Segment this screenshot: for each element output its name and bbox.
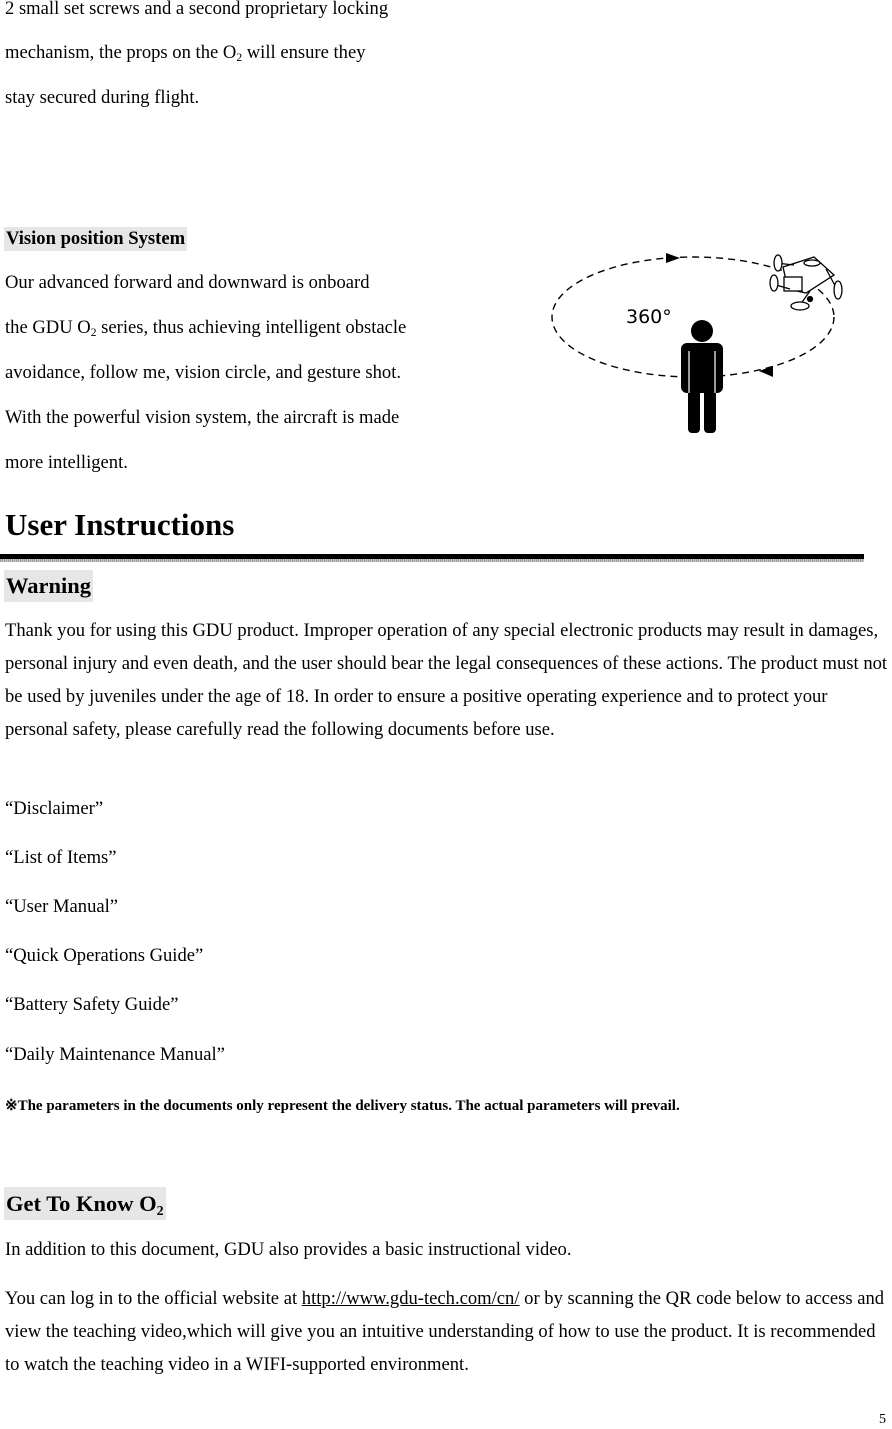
document-item-battery-safety-guide: “Battery Safety Guide”: [5, 994, 179, 1015]
intro-line-2-text-b: will ensure they: [242, 42, 366, 63]
video-intro-paragraph: In addition to this document, GDU also p…: [5, 1239, 572, 1260]
vision-circle-svg: 360°: [551, 253, 843, 433]
get-to-know-heading: Get To Know O2: [4, 1187, 166, 1220]
warning-heading: Warning: [4, 570, 94, 602]
parameters-note: ※The parameters in the documents only re…: [5, 1098, 680, 1114]
warning-paragraph: Thank you for using this GDU product. Im…: [5, 620, 888, 740]
arrow-icon: [666, 253, 680, 263]
get-to-know-heading-text: Get To Know O: [6, 1191, 157, 1216]
get-to-know-heading-subscript: 2: [156, 1203, 164, 1219]
vision-line-4: With the powerful vision system, the air…: [5, 407, 400, 428]
vision-section-heading: Vision position System: [4, 227, 188, 251]
vision-line-5: more intelligent.: [5, 452, 128, 473]
document-item-daily-maintenance-manual: “Daily Maintenance Manual”: [5, 1044, 225, 1065]
orbit-angle-label: 360°: [626, 306, 672, 328]
intro-line-3: stay secured during flight.: [5, 87, 200, 108]
title-rule-shadow: [0, 559, 864, 562]
intro-line-2: mechanism, the props on the O2 will ensu…: [5, 42, 366, 64]
vision-line-1: Our advanced forward and downward is onb…: [5, 272, 370, 293]
drone-icon: [769, 254, 843, 311]
vision-line-2-text-a: the GDU O: [5, 317, 91, 338]
document-item-quick-operations-guide: “Quick Operations Guide”: [5, 945, 204, 966]
page-number: 5: [879, 1412, 886, 1427]
vision-circle-diagram: 360°: [548, 245, 848, 440]
intro-line-2-text-a: mechanism, the props on the O: [5, 42, 237, 63]
document-item-user-manual: “User Manual”: [5, 896, 119, 917]
document-item-disclaimer: “Disclaimer”: [5, 798, 104, 819]
document-item-list-of-items: “List of Items”: [5, 847, 117, 868]
section-title-user-instructions: User Instructions: [5, 507, 235, 542]
intro-line-1: 2 small set screws and a second propriet…: [5, 0, 389, 19]
website-paragraph: You can log in to the official website a…: [5, 1282, 891, 1381]
website-paragraph-text-a: You can log in to the official website a…: [5, 1288, 302, 1309]
gdu-website-link[interactable]: http://www.gdu-tech.com/cn/: [302, 1288, 520, 1309]
vision-line-3: avoidance, follow me, vision circle, and…: [5, 362, 402, 383]
vision-line-2: the GDU O2 series, thus achieving intell…: [5, 317, 406, 339]
person-icon: [681, 320, 723, 433]
vision-line-2-text-b: series, thus achieving intelligent obsta…: [96, 317, 407, 338]
